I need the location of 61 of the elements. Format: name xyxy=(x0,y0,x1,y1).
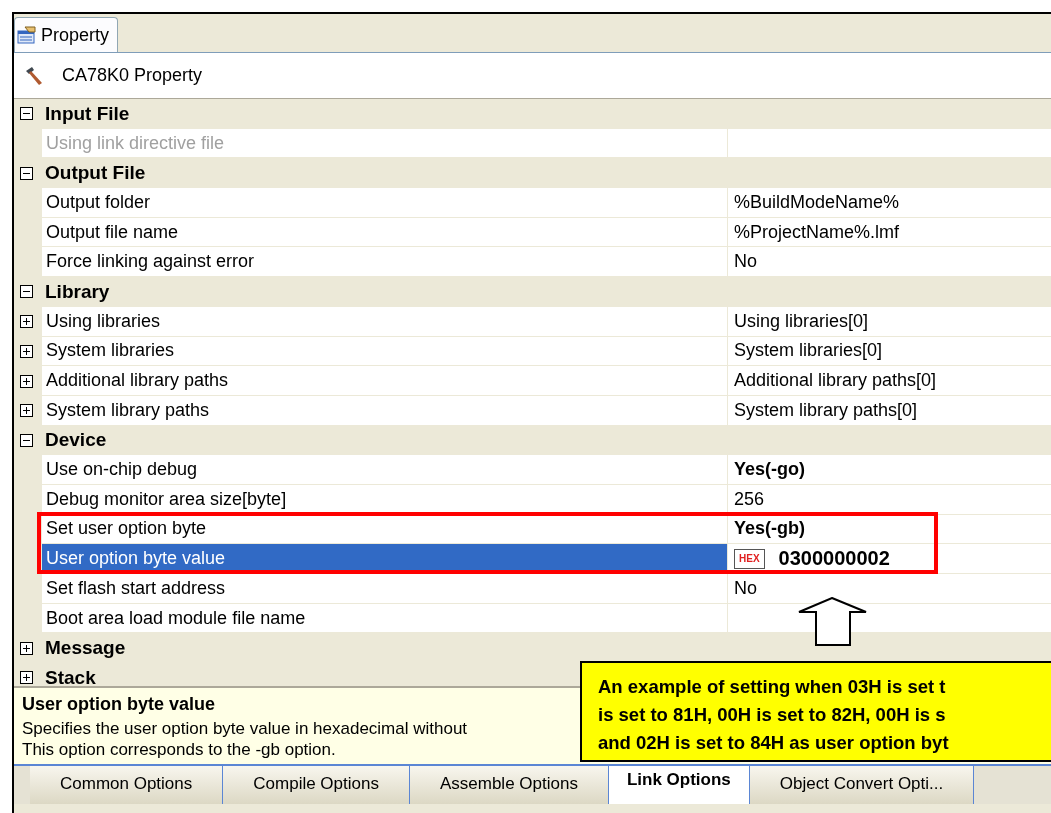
callout-text: is set to 81H, 00H is set to 82H, 00H is s xyxy=(598,703,947,727)
property-name[interactable]: Set user option byte xyxy=(42,514,728,545)
value-cell[interactable]: Yes(-gb) xyxy=(728,514,1051,545)
options-tab[interactable]: Common Options xyxy=(30,766,224,804)
expander-icon[interactable] xyxy=(20,641,33,655)
callout-text: An example of setting when 03H is set t xyxy=(598,675,947,699)
expander-icon[interactable] xyxy=(20,433,33,447)
property-sheet-icon xyxy=(17,26,37,44)
property-value[interactable]: 256 xyxy=(734,488,765,510)
property-value[interactable]: %ProjectName%.lmf xyxy=(734,221,900,243)
property-tab[interactable]: Property xyxy=(14,17,119,52)
value-cell[interactable]: Additional library paths[0] xyxy=(728,366,1051,396)
property-value[interactable]: No xyxy=(734,251,757,273)
property-name[interactable]: Output file name xyxy=(42,217,728,248)
property-value[interactable]: System libraries[0] xyxy=(734,340,883,362)
value-cell[interactable]: Yes(-go) xyxy=(728,455,1051,485)
property-value[interactable]: 0300000002 xyxy=(778,547,890,571)
callout-text: and 02H is set to 84H as user option byt xyxy=(598,731,950,755)
property-name[interactable]: Force linking against error xyxy=(42,247,728,278)
description-text: Specifies the user option byte value in hexadecimal without xyxy=(22,718,468,739)
property-value[interactable]: System library paths[0] xyxy=(734,399,918,421)
value-cell[interactable]: %BuildModeName% xyxy=(728,188,1051,218)
hex-badge: HEX xyxy=(734,548,765,569)
description-title: User option byte value xyxy=(22,694,216,715)
property-value[interactable]: Using libraries[0] xyxy=(734,310,869,332)
expander-icon[interactable] xyxy=(20,285,33,299)
value-cell[interactable] xyxy=(728,128,1051,159)
value-cell[interactable]: No xyxy=(728,574,1051,604)
expander-icon[interactable] xyxy=(20,404,33,418)
property-value[interactable]: No xyxy=(734,577,757,599)
property-name[interactable]: Additional library paths xyxy=(42,366,728,396)
expander-icon[interactable] xyxy=(20,107,33,121)
options-tab[interactable]: Link Options xyxy=(608,766,750,804)
up-arrow xyxy=(798,597,868,647)
property-name[interactable]: Set flash start address xyxy=(42,574,728,604)
property-name[interactable]: Boot area load module file name xyxy=(42,603,728,634)
property-value[interactable]: %BuildModeName% xyxy=(734,191,900,213)
options-tab[interactable]: Assemble Options xyxy=(409,766,609,804)
property-name[interactable]: Use on-chip debug xyxy=(42,455,728,485)
value-cell[interactable]: HEX 0300000002 xyxy=(728,544,1051,574)
property-name[interactable]: System libraries xyxy=(42,336,728,367)
value-cell[interactable]: %ProjectName%.lmf xyxy=(728,217,1051,248)
value-cell[interactable]: No xyxy=(728,247,1051,278)
panel-title: CA78K0 Property xyxy=(62,65,203,86)
property-value[interactable]: Yes(-gb) xyxy=(734,518,805,540)
value-cell[interactable]: System library paths[0] xyxy=(728,395,1051,426)
description-text: This option corresponds to the -gb option. xyxy=(22,739,336,760)
property-value[interactable]: Yes(-go) xyxy=(734,459,805,481)
expander-icon[interactable] xyxy=(20,344,33,358)
expander-icon[interactable] xyxy=(20,315,33,329)
property-name[interactable]: Output folder xyxy=(42,188,728,218)
expander-icon[interactable] xyxy=(20,374,33,388)
property-name[interactable]: Using libraries xyxy=(42,306,728,337)
expander-icon[interactable] xyxy=(20,166,33,180)
property-name[interactable]: System library paths xyxy=(42,395,728,426)
options-tab[interactable]: Compile Options xyxy=(223,766,410,804)
options-tab[interactable]: Object Convert Opti... xyxy=(749,766,975,804)
value-cell[interactable]: System libraries[0] xyxy=(728,336,1051,367)
property-value[interactable]: Additional library paths[0] xyxy=(734,370,937,392)
expander-icon[interactable] xyxy=(20,671,33,685)
value-cell[interactable]: Using libraries[0] xyxy=(728,306,1051,337)
